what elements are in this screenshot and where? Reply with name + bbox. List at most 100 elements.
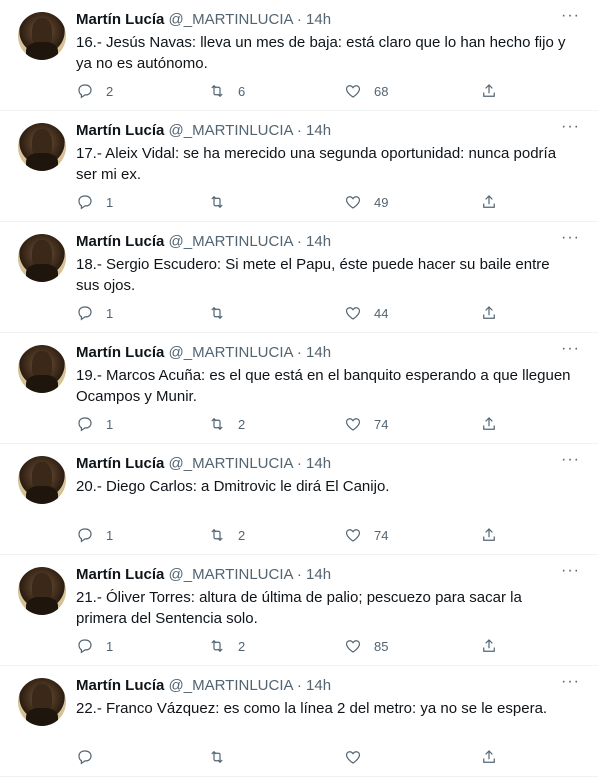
like-button[interactable]: 74	[344, 415, 388, 433]
timestamp[interactable]: 14h	[306, 11, 331, 28]
tweet[interactable]: Martín Lucía @_MARTINLUCIA · 14h ··· 16.…	[0, 0, 598, 111]
retweet-button[interactable]	[208, 304, 238, 322]
separator-dot: ·	[296, 11, 302, 28]
separator-dot: ·	[296, 122, 302, 139]
heart-icon	[345, 85, 361, 98]
avatar[interactable]	[18, 456, 66, 504]
like-button[interactable]: 74	[344, 526, 388, 544]
retweet-count: 2	[238, 416, 246, 432]
share-button[interactable]	[480, 526, 498, 544]
more-icon[interactable]: ···	[561, 341, 580, 357]
share-button[interactable]	[480, 304, 498, 322]
heart-icon	[345, 640, 361, 653]
reply-button[interactable]: 1	[76, 415, 113, 433]
share-icon	[483, 195, 495, 208]
tweet[interactable]: Martín Lucía @_MARTINLUCIA · 14h ··· 17.…	[0, 111, 598, 222]
like-count: 74	[374, 416, 389, 432]
share-icon	[483, 306, 495, 319]
timestamp[interactable]: 14h	[306, 122, 331, 139]
tweet[interactable]: Martín Lucía @_MARTINLUCIA · 14h ··· 20.…	[0, 444, 598, 555]
like-button[interactable]: 68	[344, 82, 388, 100]
share-button[interactable]	[480, 415, 498, 433]
retweet-button[interactable]: 2	[208, 415, 245, 433]
timestamp[interactable]: 14h	[306, 233, 331, 250]
avatar[interactable]	[18, 567, 66, 615]
timestamp[interactable]: 14h	[306, 566, 331, 583]
timestamp[interactable]: 14h	[306, 455, 331, 472]
retweet-button[interactable]: 2	[208, 637, 245, 655]
retweet-icon	[211, 306, 223, 320]
tweet[interactable]: Martín Lucía @_MARTINLUCIA · 14h ··· 18.…	[0, 222, 598, 333]
reply-count: 1	[106, 416, 114, 432]
author-name[interactable]: Martín Lucía	[76, 455, 164, 472]
action-bar: 1 2 74	[76, 526, 496, 546]
heart-icon	[345, 751, 361, 764]
like-count: 74	[374, 527, 389, 543]
share-button[interactable]	[480, 82, 498, 100]
separator-dot: ·	[296, 566, 302, 583]
tweet[interactable]: Martín Lucía @_MARTINLUCIA · 14h ··· 22.…	[0, 666, 598, 777]
tweet[interactable]: Martín Lucía @_MARTINLUCIA · 14h ··· 19.…	[0, 333, 598, 444]
author-name[interactable]: Martín Lucía	[76, 11, 164, 28]
more-icon[interactable]: ···	[561, 8, 580, 24]
tweet-header: Martín Lucía @_MARTINLUCIA · 14h	[76, 232, 331, 252]
reply-button[interactable]: 1	[76, 526, 113, 544]
reply-icon	[78, 417, 92, 432]
reply-icon	[78, 639, 92, 654]
like-button[interactable]: 85	[344, 637, 388, 655]
tweet-header: Martín Lucía @_MARTINLUCIA · 14h	[76, 676, 331, 696]
author-handle[interactable]: @_MARTINLUCIA	[169, 566, 293, 583]
reply-button[interactable]: 1	[76, 637, 113, 655]
author-name[interactable]: Martín Lucía	[76, 566, 164, 583]
reply-button[interactable]: 1	[76, 304, 113, 322]
more-icon[interactable]: ···	[561, 452, 580, 468]
separator-dot: ·	[296, 344, 302, 361]
like-button[interactable]	[344, 748, 374, 766]
retweet-button[interactable]: 6	[208, 82, 245, 100]
avatar[interactable]	[18, 12, 66, 60]
author-handle[interactable]: @_MARTINLUCIA	[169, 677, 293, 694]
more-icon[interactable]: ···	[561, 119, 580, 135]
timestamp[interactable]: 14h	[306, 677, 331, 694]
avatar[interactable]	[18, 123, 66, 171]
more-icon[interactable]: ···	[561, 563, 580, 579]
author-name[interactable]: Martín Lucía	[76, 344, 164, 361]
retweet-button[interactable]	[208, 748, 238, 766]
more-icon[interactable]: ···	[561, 674, 580, 690]
share-icon	[483, 528, 495, 541]
tweet-header: Martín Lucía @_MARTINLUCIA · 14h	[76, 454, 331, 474]
author-name[interactable]: Martín Lucía	[76, 233, 164, 250]
reply-button[interactable]: 1	[76, 193, 113, 211]
tweet[interactable]: Martín Lucía @_MARTINLUCIA · 14h ··· 21.…	[0, 555, 598, 666]
share-icon	[483, 84, 495, 97]
author-name[interactable]: Martín Lucía	[76, 122, 164, 139]
author-name[interactable]: Martín Lucía	[76, 677, 164, 694]
like-button[interactable]: 44	[344, 304, 388, 322]
share-button[interactable]	[480, 193, 498, 211]
retweet-button[interactable]	[208, 193, 238, 211]
heart-icon	[345, 307, 361, 320]
author-handle[interactable]: @_MARTINLUCIA	[169, 11, 293, 28]
share-button[interactable]	[480, 637, 498, 655]
retweet-button[interactable]: 2	[208, 526, 245, 544]
author-handle[interactable]: @_MARTINLUCIA	[169, 455, 293, 472]
avatar[interactable]	[18, 678, 66, 726]
action-bar: 1 2 85	[76, 637, 496, 657]
action-bar: 1 44	[76, 304, 496, 324]
avatar[interactable]	[18, 345, 66, 393]
author-handle[interactable]: @_MARTINLUCIA	[169, 122, 293, 139]
tweet-text: 20.- Diego Carlos: a Dmitrovic le dirá E…	[76, 478, 390, 495]
reply-icon	[78, 750, 92, 765]
retweet-icon	[211, 84, 223, 98]
more-icon[interactable]: ···	[561, 230, 580, 246]
tweet-text: 21.- Óliver Torres: altura de última de …	[76, 589, 522, 627]
timestamp[interactable]: 14h	[306, 344, 331, 361]
reply-button[interactable]	[76, 748, 106, 766]
reply-button[interactable]: 2	[76, 82, 113, 100]
author-handle[interactable]: @_MARTINLUCIA	[169, 344, 293, 361]
avatar[interactable]	[18, 234, 66, 282]
share-icon	[483, 417, 495, 430]
share-button[interactable]	[480, 748, 498, 766]
like-button[interactable]: 49	[344, 193, 388, 211]
author-handle[interactable]: @_MARTINLUCIA	[169, 233, 293, 250]
